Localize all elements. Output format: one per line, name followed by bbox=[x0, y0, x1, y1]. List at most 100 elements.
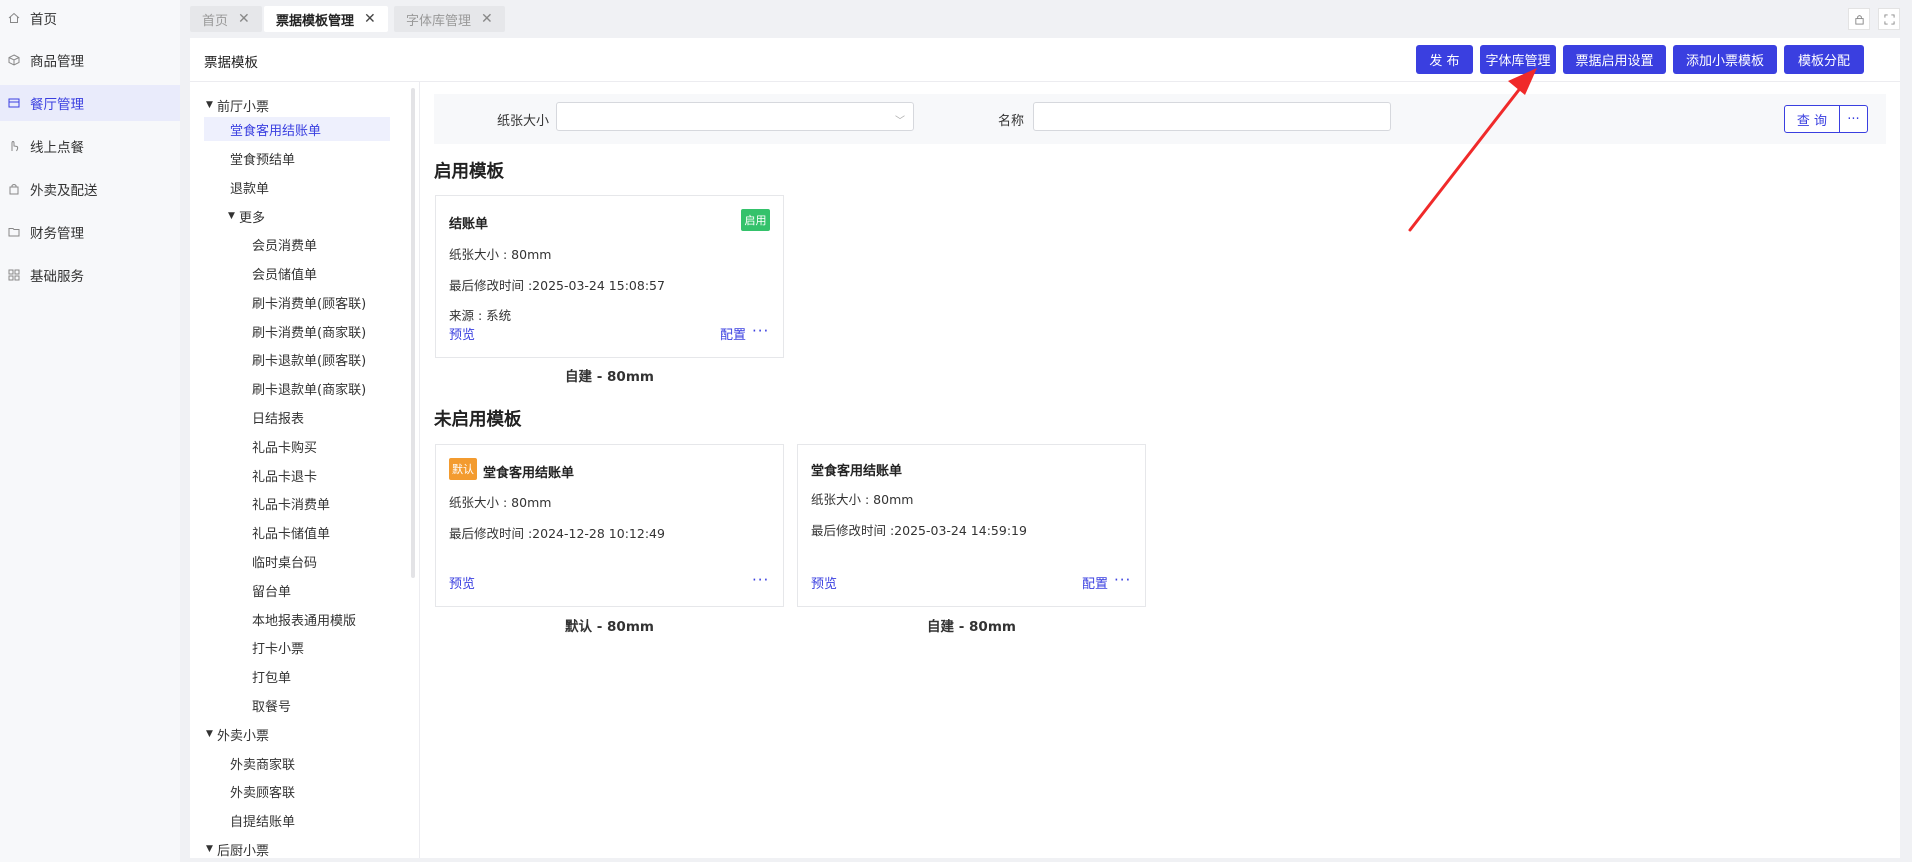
tree-item[interactable]: 刷卡退款单(顾客联) bbox=[252, 347, 366, 371]
tree-item-dine-in-checkout[interactable]: 堂食客用结账单 bbox=[204, 117, 390, 141]
tree-divider bbox=[419, 82, 420, 858]
close-icon[interactable]: ✕ bbox=[238, 11, 250, 27]
template-card[interactable]: 堂食客用结账单 纸张大小 : 80mm 最后修改时间 :2025-03-24 1… bbox=[797, 444, 1146, 607]
nav-item-label: 首页 bbox=[30, 12, 57, 28]
nav-item-online-order[interactable]: 线上点餐 bbox=[0, 128, 180, 164]
name-label: 名称 bbox=[998, 114, 1025, 129]
tree-item[interactable]: 刷卡消费单(顾客联) bbox=[252, 290, 366, 314]
caret-down-icon: ▼ bbox=[206, 100, 213, 110]
nav-item-label: 基础服务 bbox=[30, 269, 84, 285]
tree-item[interactable]: 打卡小票 bbox=[252, 635, 304, 659]
grid-icon bbox=[8, 269, 20, 281]
tree-item[interactable]: 会员消费单 bbox=[252, 232, 317, 256]
folder-icon bbox=[8, 226, 20, 238]
tree-label: 外卖小票 bbox=[217, 728, 270, 744]
tree-item-refund[interactable]: 退款单 bbox=[230, 175, 269, 199]
nav-item-delivery[interactable]: 外卖及配送 bbox=[0, 171, 180, 207]
close-icon[interactable]: ✕ bbox=[364, 11, 376, 27]
nav-item-home[interactable]: 首页 bbox=[0, 0, 180, 36]
tree-item[interactable]: 自提结账单 bbox=[230, 808, 295, 832]
publish-button[interactable]: 发 布 bbox=[1416, 45, 1473, 74]
tab-label: 票据模板管理 bbox=[276, 13, 355, 29]
disabled-templates-title: 未启用模板 bbox=[434, 410, 522, 430]
nav-item-label: 餐厅管理 bbox=[30, 97, 84, 113]
restaurant-icon bbox=[8, 97, 20, 109]
tree-item[interactable]: 会员储值单 bbox=[252, 261, 317, 285]
card-paper-size: 纸张大小 : 80mm bbox=[449, 495, 552, 510]
tree-group-takeaway[interactable]: ▼ 外卖小票 bbox=[206, 722, 269, 746]
tree-item[interactable]: 礼品卡退卡 bbox=[252, 463, 317, 487]
nav-item-label: 商品管理 bbox=[30, 54, 84, 70]
config-link[interactable]: 配置 bbox=[1082, 573, 1108, 592]
ticket-enable-settings-button[interactable]: 票据启用设置 bbox=[1563, 45, 1666, 74]
template-card[interactable]: 结账单 启用 纸张大小 : 80mm 最后修改时间 :2025-03-24 15… bbox=[435, 195, 784, 358]
lock-icon[interactable] bbox=[1848, 8, 1870, 30]
tab-bar: 首页 ✕ 票据模板管理 ✕ 字体库管理 ✕ bbox=[180, 0, 1912, 38]
tree-label: 前厅小票 bbox=[217, 99, 270, 115]
tree-scrollbar[interactable] bbox=[411, 88, 415, 578]
enabled-templates-title: 启用模板 bbox=[434, 162, 504, 182]
enabled-badge: 启用 bbox=[741, 209, 770, 231]
tree-item[interactable]: 礼品卡储值单 bbox=[252, 520, 330, 544]
tree-item[interactable]: 取餐号 bbox=[252, 693, 291, 717]
close-icon[interactable]: ✕ bbox=[481, 11, 493, 27]
tree-group-front[interactable]: ▼ 前厅小票 bbox=[206, 93, 269, 117]
paper-size-select[interactable]: ﹀ bbox=[556, 102, 914, 131]
nav-item-products[interactable]: 商品管理 bbox=[0, 42, 180, 78]
tab-ticket-templates[interactable]: 票据模板管理 ✕ bbox=[264, 6, 388, 32]
tree-item[interactable]: 本地报表通用模版 bbox=[252, 607, 356, 631]
more-icon[interactable]: ··· bbox=[752, 571, 769, 589]
paper-size-label: 纸张大小 bbox=[497, 114, 550, 129]
tree-item[interactable]: 打包单 bbox=[252, 664, 291, 688]
tab-font-library[interactable]: 字体库管理 ✕ bbox=[394, 6, 505, 32]
filter-bar: 纸张大小 ﹀ 名称 查 询 ··· bbox=[434, 94, 1886, 144]
tree-item[interactable]: 礼品卡消费单 bbox=[252, 491, 330, 515]
nav-item-basic-services[interactable]: 基础服务 bbox=[0, 257, 180, 293]
preview-link[interactable]: 预览 bbox=[449, 324, 475, 343]
card-caption: 默认 - 80mm bbox=[565, 619, 654, 635]
hand-icon bbox=[8, 140, 20, 152]
page-title: 票据模板 bbox=[204, 55, 258, 71]
tree-item[interactable]: 日结报表 bbox=[252, 405, 304, 429]
tree-group-more[interactable]: ▼ 更多 bbox=[228, 204, 265, 228]
caret-down-icon: ▼ bbox=[228, 211, 235, 221]
card-title: 结账单 bbox=[449, 217, 489, 232]
nav-item-restaurant[interactable]: 餐厅管理 bbox=[0, 85, 180, 121]
default-badge: 默认 bbox=[449, 458, 477, 480]
card-title: 堂食客用结账单 bbox=[483, 466, 575, 481]
card-modified-time: 最后修改时间 :2024-12-28 10:12:49 bbox=[449, 526, 665, 541]
caret-down-icon: ▼ bbox=[206, 729, 213, 739]
tree-item[interactable]: 刷卡消费单(商家联) bbox=[252, 319, 366, 343]
template-card[interactable]: 默认 堂食客用结账单 纸张大小 : 80mm 最后修改时间 :2024-12-2… bbox=[435, 444, 784, 607]
box-icon bbox=[8, 54, 20, 66]
font-library-button[interactable]: 字体库管理 bbox=[1480, 45, 1556, 74]
home-icon bbox=[8, 12, 20, 24]
more-icon[interactable]: ··· bbox=[752, 322, 769, 340]
tree-label: 后厨小票 bbox=[217, 843, 270, 859]
template-assign-button[interactable]: 模板分配 bbox=[1784, 45, 1864, 74]
name-input[interactable] bbox=[1033, 102, 1391, 131]
query-button[interactable]: 查 询 bbox=[1784, 105, 1840, 133]
add-ticket-template-button[interactable]: 添加小票模板 bbox=[1673, 45, 1777, 74]
tree-item[interactable]: 留台单 bbox=[252, 578, 291, 602]
tree-item[interactable]: 礼品卡购买 bbox=[252, 434, 317, 458]
tree-item-pre-checkout[interactable]: 堂食预结单 bbox=[230, 146, 295, 170]
tree-item[interactable]: 外卖顾客联 bbox=[230, 779, 295, 803]
more-options-button[interactable]: ··· bbox=[1839, 105, 1868, 133]
tree-group-kitchen[interactable]: ▼ 后厨小票 bbox=[206, 837, 270, 859]
card-source: 来源 : 系统 bbox=[449, 308, 512, 323]
main-panel: 票据模板 发 布 字体库管理 票据启用设置 添加小票模板 模板分配 ▼ 前厅小票… bbox=[190, 38, 1900, 858]
preview-link[interactable]: 预览 bbox=[449, 573, 475, 592]
card-modified-time: 最后修改时间 :2025-03-24 14:59:19 bbox=[811, 523, 1027, 538]
more-icon[interactable]: ··· bbox=[1114, 571, 1131, 589]
caret-down-icon: ▼ bbox=[206, 844, 213, 854]
fullscreen-icon[interactable] bbox=[1878, 8, 1900, 30]
tree-label: 更多 bbox=[239, 210, 266, 226]
tree-item[interactable]: 刷卡退款单(商家联) bbox=[252, 376, 366, 400]
preview-link[interactable]: 预览 bbox=[811, 573, 837, 592]
tree-item[interactable]: 外卖商家联 bbox=[230, 751, 295, 775]
config-link[interactable]: 配置 bbox=[720, 324, 746, 343]
nav-item-finance[interactable]: 财务管理 bbox=[0, 214, 180, 250]
tree-item[interactable]: 临时桌台码 bbox=[252, 549, 317, 573]
tab-home[interactable]: 首页 ✕ bbox=[190, 6, 262, 32]
